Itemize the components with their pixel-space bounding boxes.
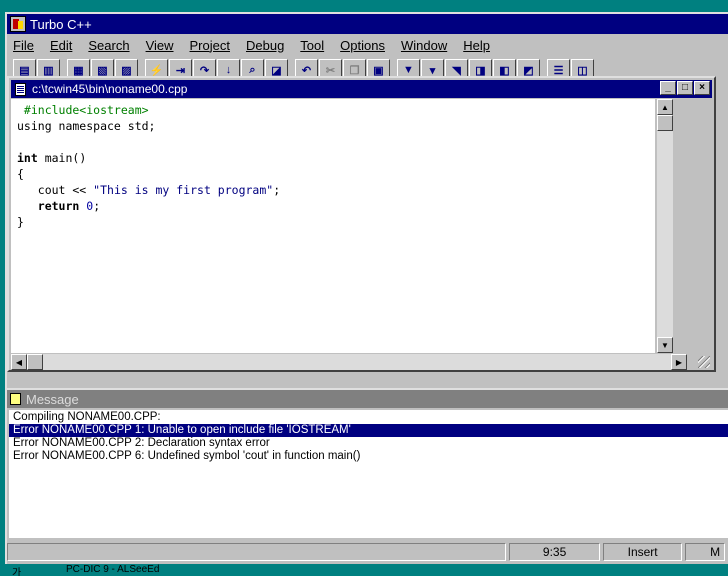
code-token: main() — [37, 151, 87, 165]
code-editor-area[interactable]: #include<iostream> using namespace std; in… — [11, 99, 655, 353]
app-titlebar[interactable]: Turbo C++ — [7, 14, 728, 34]
editor-file-path: c:\tcwin45\bin\noname00.cpp — [32, 82, 188, 96]
status-bar: 9:35 Insert M — [7, 541, 728, 563]
code-line[interactable]: #include<iostream> — [11, 102, 655, 118]
message-titlebar[interactable]: Message — [7, 390, 728, 408]
menu-project[interactable]: Project — [190, 38, 230, 53]
status-message-pane — [7, 543, 507, 561]
minimize-button[interactable]: _ — [660, 81, 676, 95]
message-title: Message — [26, 391, 79, 407]
cursor-position: 9:35 — [509, 543, 601, 561]
menu-edit[interactable]: Edit — [50, 38, 72, 53]
scroll-thumb[interactable] — [657, 115, 673, 131]
message-item[interactable]: Error NONAME00.CPP 2: Declaration syntax… — [9, 437, 728, 450]
code-line[interactable]: cout << "This is my first program"; — [11, 182, 655, 198]
menu-window[interactable]: Window — [401, 38, 447, 53]
code-token: using namespace std; — [17, 119, 156, 133]
code-line[interactable]: } — [11, 214, 655, 230]
taskbar-ime-indicator[interactable]: 가 — [12, 564, 21, 576]
message-icon — [10, 393, 21, 405]
editor-window: c:\tcwin45\bin\noname00.cpp _ □ × #inclu… — [7, 76, 716, 372]
status-extra: M — [685, 543, 726, 561]
menu-bar: File Edit Search View Project Debug Tool… — [7, 35, 728, 55]
maximize-button[interactable]: □ — [677, 81, 693, 95]
os-taskbar: 가 PC-DIC 9 - ALSeeEd — [0, 564, 728, 576]
code-token: return — [37, 199, 80, 213]
menu-options[interactable]: Options — [340, 38, 385, 53]
document-icon[interactable] — [15, 82, 26, 96]
code-token: int — [17, 151, 38, 165]
close-button[interactable]: × — [694, 81, 710, 95]
insert-mode: Insert — [603, 543, 683, 561]
vertical-scrollbar[interactable]: ▲ ▼ — [657, 99, 673, 353]
scroll-up-button[interactable]: ▲ — [657, 99, 673, 115]
message-item[interactable]: Error NONAME00.CPP 1: Unable to open inc… — [9, 424, 728, 437]
menu-debug[interactable]: Debug — [246, 38, 284, 53]
hscroll-thumb[interactable] — [27, 354, 43, 370]
horizontal-scrollbar[interactable]: ◀ ▶ — [11, 354, 687, 370]
scroll-right-button[interactable]: ▶ — [671, 354, 687, 370]
code-token: ; — [93, 199, 101, 213]
code-token: { — [17, 167, 24, 181]
menu-file[interactable]: File — [13, 38, 34, 53]
message-item[interactable]: Error NONAME00.CPP 6: Undefined symbol '… — [9, 450, 728, 463]
code-line[interactable]: return 0; — [11, 198, 655, 214]
app-title: Turbo C++ — [30, 16, 92, 32]
menu-search[interactable]: Search — [88, 38, 129, 53]
message-item[interactable]: Compiling NONAME00.CPP: — [9, 411, 728, 424]
turbo-cpp-app-icon[interactable] — [10, 16, 26, 32]
menu-help[interactable]: Help — [463, 38, 490, 53]
code-line[interactable]: using namespace std; — [11, 118, 655, 134]
code-token: ; — [273, 183, 281, 197]
resize-grip[interactable] — [698, 356, 710, 368]
code-line[interactable]: { — [11, 166, 655, 182]
menu-tool[interactable]: Tool — [300, 38, 324, 53]
code-token: cout << — [17, 183, 94, 197]
code-token: } — [17, 215, 24, 229]
code-token: #include<iostream> — [17, 103, 149, 117]
message-list[interactable]: Compiling NONAME00.CPP: Error NONAME00.CP… — [9, 410, 728, 538]
taskbar-item[interactable]: PC-DIC 9 - ALSeeEd — [66, 564, 159, 575]
code-line[interactable] — [11, 134, 655, 150]
code-line[interactable]: int main() — [11, 150, 655, 166]
code-token: "This is my first program" — [93, 183, 274, 197]
editor-titlebar[interactable]: c:\tcwin45\bin\noname00.cpp _ □ × — [11, 80, 712, 98]
menu-view[interactable]: View — [146, 38, 174, 53]
scroll-down-button[interactable]: ▼ — [657, 337, 673, 353]
message-window: Message Compiling NONAME00.CPP: Error NON… — [7, 388, 728, 538]
scroll-left-button[interactable]: ◀ — [11, 354, 27, 370]
